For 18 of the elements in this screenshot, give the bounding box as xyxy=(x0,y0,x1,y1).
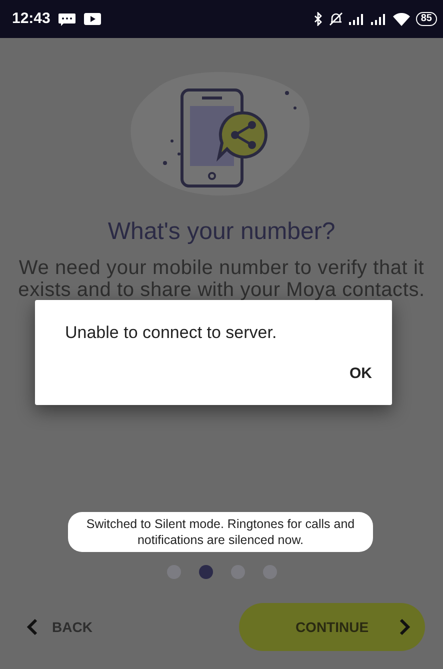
screen-title: What's your number? xyxy=(106,218,336,247)
wifi-icon xyxy=(392,12,410,26)
signal-icon xyxy=(370,13,387,25)
bluetooth-icon xyxy=(314,12,323,26)
chevron-left-icon xyxy=(26,618,38,636)
back-button[interactable]: BACK xyxy=(26,616,92,638)
dialog-message: Unable to connect to server. xyxy=(65,322,278,344)
video-icon xyxy=(84,13,102,25)
battery-icon: 85 xyxy=(416,12,437,26)
ok-button[interactable]: OK xyxy=(344,360,378,387)
bell-muted-icon xyxy=(328,12,343,26)
signal-icon xyxy=(348,13,365,25)
continue-button[interactable]: CONTINUE xyxy=(239,603,425,651)
clock-time: 12:43 xyxy=(12,8,50,29)
toast-message: Switched to Silent mode. Ringtones for calls and notifications are silenced now. xyxy=(68,512,373,552)
message-icon xyxy=(58,12,76,26)
description-text: We need your mobile number to verify that it exists and to share with your Moya contacts. xyxy=(17,256,426,301)
chevron-right-icon xyxy=(399,618,411,636)
